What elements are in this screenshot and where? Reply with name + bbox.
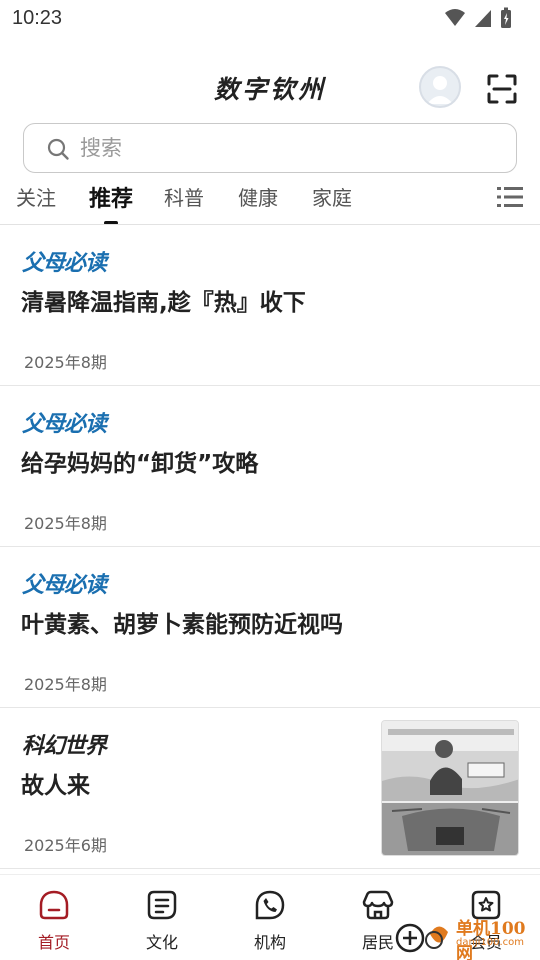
user-avatar-icon xyxy=(427,76,453,104)
tab-science[interactable]: 科普 xyxy=(164,182,204,211)
nav-culture-label: 文化 xyxy=(145,933,178,952)
tab-recommend[interactable]: 推荐 xyxy=(89,181,133,213)
battery-icon xyxy=(501,7,511,28)
source-logo: 父母必读 xyxy=(22,573,107,598)
nav-home[interactable]: 首页 xyxy=(14,889,94,953)
article-card[interactable]: 父母必读 给孕妈妈的“卸货”攻略 2025年8期 xyxy=(0,386,540,547)
article-date: 2025年8期 xyxy=(24,353,107,372)
scan-icon[interactable] xyxy=(485,72,519,106)
search-input[interactable] xyxy=(80,133,480,163)
watermark: 单机100网 danji100.com xyxy=(394,912,540,960)
status-bar: 10:23 xyxy=(0,0,540,38)
status-icons xyxy=(444,7,512,29)
signal-icon xyxy=(475,10,491,27)
article-card[interactable]: 科幻世界 故人来 2025年6期 xyxy=(0,708,540,869)
phone-icon xyxy=(255,890,285,920)
article-date: 2025年6期 xyxy=(24,836,107,855)
watermark-logo-icon xyxy=(395,923,448,953)
tab-menu-icon[interactable] xyxy=(497,186,523,208)
status-time: 10:23 xyxy=(12,7,63,29)
home-icon xyxy=(39,890,69,920)
article-title: 给孕妈妈的“卸货”攻略 xyxy=(21,451,259,477)
avatar[interactable] xyxy=(419,66,461,108)
source-logo: 父母必读 xyxy=(22,412,107,437)
category-tabs: 关注 推荐 科普 健康 家庭 xyxy=(0,178,540,225)
tab-family[interactable]: 家庭 xyxy=(312,182,352,211)
article-title: 叶黄素、胡萝卜素能预防近视吗 xyxy=(21,612,343,638)
nav-institution[interactable]: 机构 xyxy=(230,889,310,953)
store-icon xyxy=(362,890,394,920)
search-bar[interactable] xyxy=(23,123,517,173)
source-logo: 科幻世界 xyxy=(22,734,107,759)
illustration-image xyxy=(382,721,518,855)
article-thumbnail xyxy=(381,720,519,856)
app-header: 数字钦州 xyxy=(0,60,540,118)
tab-health[interactable]: 健康 xyxy=(238,182,278,211)
article-date: 2025年8期 xyxy=(24,675,107,694)
article-title: 清暑降温指南,趁『热』收下 xyxy=(21,290,306,316)
article-feed: 父母必读 清暑降温指南,趁『热』收下 2025年8期 父母必读 给孕妈妈的“卸货… xyxy=(0,225,540,869)
watermark-subtext: danji100.com xyxy=(456,937,524,948)
tab-follow[interactable]: 关注 xyxy=(16,182,56,211)
search-icon xyxy=(47,138,69,160)
culture-icon xyxy=(147,890,177,920)
nav-culture[interactable]: 文化 xyxy=(122,889,202,953)
article-title: 故人来 xyxy=(21,773,90,799)
nav-home-label: 首页 xyxy=(37,933,70,952)
source-logo: 父母必读 xyxy=(22,251,107,276)
nav-institution-label: 机构 xyxy=(253,933,286,952)
article-card[interactable]: 父母必读 叶黄素、胡萝卜素能预防近视吗 2025年8期 xyxy=(0,547,540,708)
article-date: 2025年8期 xyxy=(24,514,107,533)
article-card[interactable]: 父母必读 清暑降温指南,趁『热』收下 2025年8期 xyxy=(0,225,540,386)
wifi-icon xyxy=(445,9,465,26)
